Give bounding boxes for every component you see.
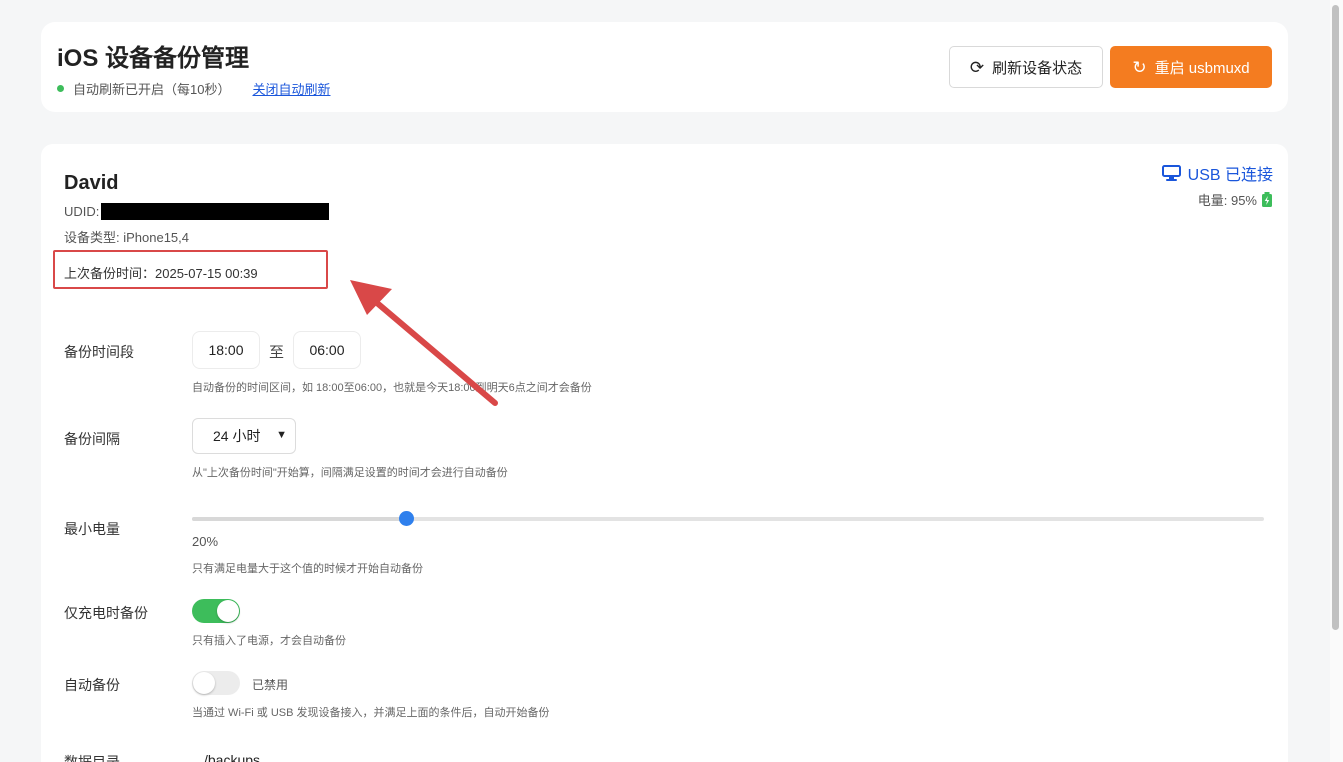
status-dot-icon (57, 85, 64, 92)
restart-button-label: 重启 usbmuxd (1154, 59, 1250, 77)
interval-label: 备份间隔 (64, 431, 120, 447)
chevron-down-icon: ▼ (276, 429, 287, 441)
scrollbar-thumb[interactable] (1332, 5, 1339, 630)
start-time-input[interactable]: 18:00 (192, 331, 260, 369)
min-battery-value: 20% (192, 534, 219, 549)
udid-redaction (101, 203, 330, 220)
battery-status: 电量: 95% (1198, 190, 1273, 209)
interval-select[interactable]: 24 小时 ▼ (192, 418, 296, 454)
auto-backup-help: 当通过 Wi-Fi 或 USB 发现设备接入，并满足上面的条件后，自动开始备份 (192, 707, 550, 719)
usb-connection-status: USB 已连接 (1161, 161, 1273, 185)
data-dir-value[interactable]: /backups (204, 752, 260, 762)
battery-label: 电量: 95% (1197, 193, 1257, 208)
auto-backup-state: 已禁用 (252, 678, 289, 692)
udid-label: UDID: (64, 204, 100, 219)
charging-only-help: 只有插入了电源，才会自动备份 (192, 635, 346, 647)
charging-only-label: 仅充电时备份 (64, 605, 148, 621)
header-card: iOS 设备备份管理 自动刷新已开启（每10秒） 关闭自动刷新 ⟳ 刷新设备状态… (41, 22, 1288, 112)
min-battery-slider[interactable] (192, 511, 1264, 526)
time-window-label: 备份时间段 (64, 344, 134, 360)
auto-refresh-text: 自动刷新已开启（每10秒） (73, 82, 231, 97)
device-udid: UDID: (64, 203, 330, 220)
annotation-arrow-icon (350, 280, 498, 406)
toggle-knob (217, 600, 239, 622)
refresh-icon: ⟳ (969, 57, 985, 77)
refresh-device-status-button[interactable]: ⟳ 刷新设备状态 (949, 46, 1103, 88)
page-title: iOS 设备备份管理 (57, 45, 250, 72)
disable-auto-refresh-link[interactable]: 关闭自动刷新 (252, 79, 330, 98)
restart-icon: ↻ (1132, 57, 1147, 77)
refresh-button-label: 刷新设备状态 (992, 59, 1083, 77)
time-separator: 至 (269, 344, 285, 361)
min-battery-help: 只有满足电量大于这个值的时候才开始自动备份 (192, 563, 423, 575)
slider-fill (192, 517, 407, 521)
restart-usbmuxd-button[interactable]: ↻ 重启 usbmuxd (1110, 46, 1272, 88)
data-dir-label: 数据目录 (64, 754, 120, 762)
last-backup-time: 上次备份时间：2025-07-15 00:39 (64, 266, 258, 281)
charging-only-toggle[interactable] (192, 599, 240, 623)
device-name: David (64, 172, 119, 194)
min-battery-label: 最小电量 (64, 521, 120, 537)
interval-value: 24 小时 (213, 428, 261, 444)
device-type: 设备类型: iPhone15,4 (64, 230, 190, 245)
toggle-knob (193, 672, 215, 694)
connection-label: USB 已连接 (1187, 167, 1273, 184)
auto-backup-toggle[interactable] (192, 671, 240, 695)
device-card: David UDID: 设备类型: iPhone15,4 上次备份时间：2025… (41, 144, 1288, 762)
interval-help: 从"上次备份时间"开始算，间隔满足设置的时间才会进行自动备份 (192, 467, 508, 479)
scrollbar[interactable] (1330, 0, 1343, 762)
auto-refresh-status: 自动刷新已开启（每10秒） 关闭自动刷新 (57, 79, 330, 98)
auto-backup-label: 自动备份 (64, 677, 120, 693)
monitor-icon (1161, 165, 1181, 181)
battery-charging-icon (1262, 192, 1272, 207)
slider-thumb[interactable] (399, 511, 415, 526)
